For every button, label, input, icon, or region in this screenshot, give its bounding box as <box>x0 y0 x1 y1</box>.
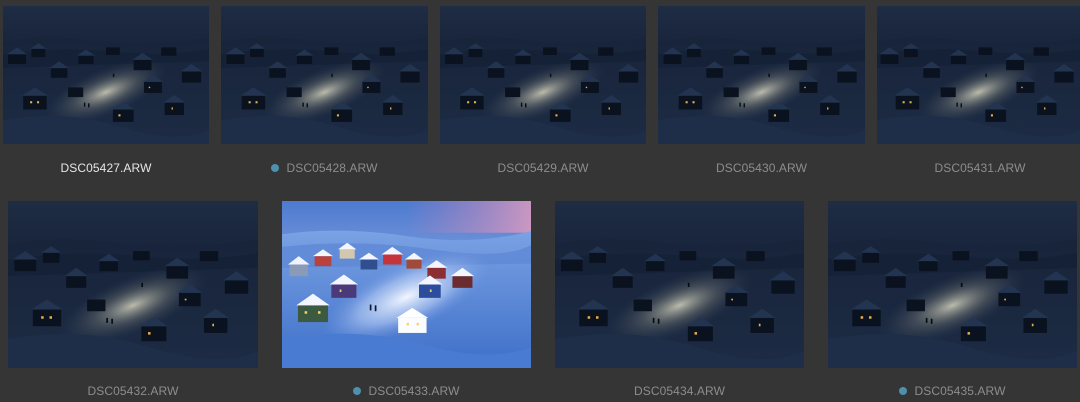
marker-dot-icon <box>899 387 908 395</box>
thumbnail-image[interactable] <box>828 201 1077 368</box>
thumbnail-image[interactable] <box>221 6 428 144</box>
night-village-photo <box>555 201 804 368</box>
thumbnail-image[interactable] <box>8 201 258 368</box>
filename-text: DSC05434.ARW <box>633 384 726 398</box>
thumbnail-image[interactable] <box>555 201 804 368</box>
filename-text: DSC05432.ARW <box>87 384 179 398</box>
thumbnail-image[interactable] <box>440 6 646 144</box>
night-village-photo <box>658 6 865 144</box>
night-village-photo <box>828 201 1077 368</box>
filename-text: DSC05427.ARW <box>60 161 152 175</box>
thumbnail-image[interactable] <box>282 201 531 368</box>
marker-dot-icon <box>353 387 362 395</box>
filename-label[interactable]: DSC05428.ARW <box>221 159 428 177</box>
filename-text: DSC05430.ARW <box>715 161 808 175</box>
night-village-photo <box>440 6 646 144</box>
filename-label[interactable]: DSC05427.ARW <box>3 159 209 177</box>
night-village-photo <box>221 6 428 144</box>
thumbnail-grid: DSC05427.ARW DSC05428.ARW DSC05429.ARW D… <box>0 0 1080 402</box>
night-village-photo <box>877 6 1080 144</box>
thumbnail-image[interactable] <box>658 6 865 144</box>
filename-label[interactable]: DSC05433.ARW <box>282 382 531 400</box>
filename-label[interactable]: DSC05432.ARW <box>8 382 258 400</box>
thumbnail-image[interactable] <box>877 6 1080 144</box>
thumbnail-image[interactable] <box>3 6 209 144</box>
edited-village-photo <box>282 201 531 368</box>
filename-text: DSC05435.ARW <box>914 384 1006 398</box>
filename-text: DSC05428.ARW <box>286 161 378 175</box>
filename-text: DSC05431.ARW <box>934 161 1026 175</box>
night-village-photo <box>8 201 258 368</box>
filename-text: DSC05433.ARW <box>368 384 460 398</box>
filename-label[interactable]: DSC05434.ARW <box>555 382 804 400</box>
marker-dot-icon <box>271 164 280 172</box>
night-village-photo <box>3 6 209 144</box>
filename-text: DSC05429.ARW <box>497 161 589 175</box>
filename-label[interactable]: DSC05431.ARW <box>877 159 1080 177</box>
filename-label[interactable]: DSC05435.ARW <box>828 382 1077 400</box>
filename-label[interactable]: DSC05429.ARW <box>440 159 646 177</box>
filename-label[interactable]: DSC05430.ARW <box>658 159 865 177</box>
